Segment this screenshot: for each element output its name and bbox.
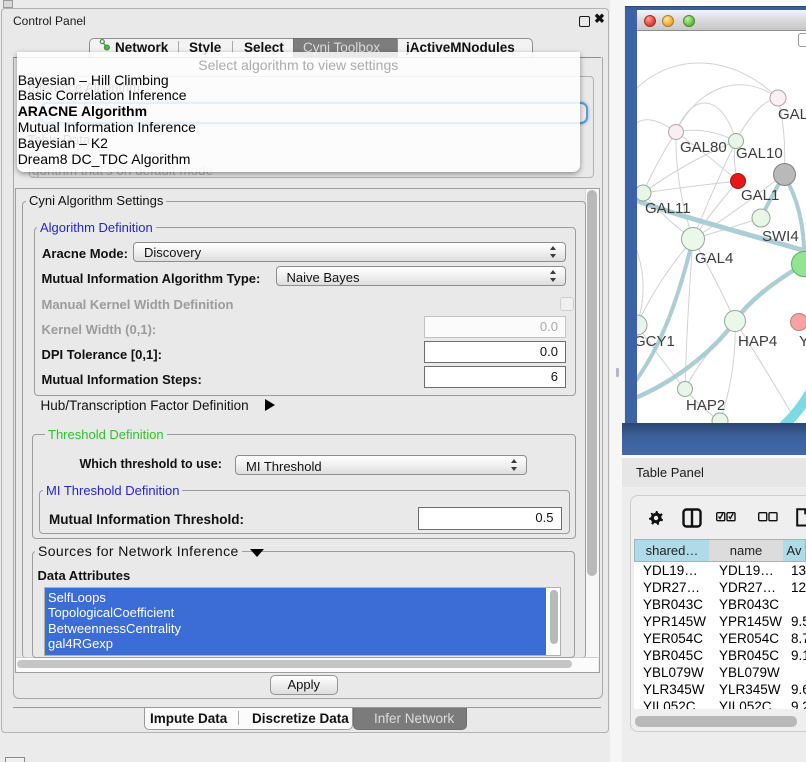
svg-text:GAL4: GAL4 <box>695 250 733 267</box>
svg-text:HAP4: HAP4 <box>738 333 777 350</box>
svg-text:GAL11: GAL11 <box>645 200 691 217</box>
svg-text:GAL80: GAL80 <box>680 139 727 156</box>
svg-text:SWI4: SWI4 <box>762 228 799 245</box>
svg-text:YD: YD <box>799 333 806 350</box>
svg-text:GAL7: GAL7 <box>778 106 806 123</box>
svg-text:HAP2: HAP2 <box>686 397 725 414</box>
svg-text:GCY1: GCY1 <box>637 333 675 350</box>
svg-text:GAL10: GAL10 <box>736 145 783 162</box>
svg-text:GAL1: GAL1 <box>741 187 779 204</box>
